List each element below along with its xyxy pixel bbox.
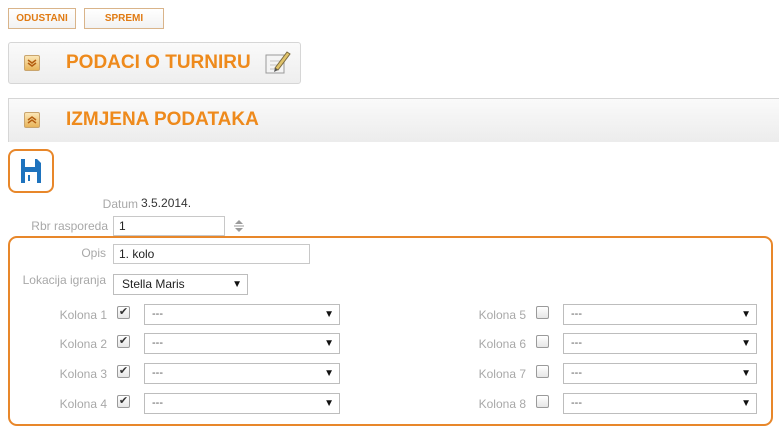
spinner-arrows-icon[interactable] — [232, 219, 246, 233]
kolona-3-select[interactable]: --- ▼ — [144, 363, 340, 384]
kolona-2-select[interactable]: --- ▼ — [144, 333, 340, 354]
tournament-info-title: PODACI O TURNIRU — [66, 52, 251, 73]
kolona-7-value: --- — [571, 367, 582, 379]
kolona-1-label: Kolona 1 — [59, 308, 107, 322]
lokacija-label: Lokacija igranja — [22, 273, 106, 287]
kolona-4-select[interactable]: --- ▼ — [144, 393, 340, 414]
save-button[interactable]: SPREMI — [84, 8, 164, 29]
kolona-5-label: Kolona 5 — [478, 308, 526, 322]
kolona-8-label: Kolona 8 — [478, 397, 526, 411]
dropdown-arrow-icon: ▼ — [324, 398, 334, 409]
edit-data-title: IZMJENA PODATAKA — [66, 109, 259, 130]
edit-data-section[interactable]: IZMJENA PODATAKA — [8, 98, 779, 142]
edit-icon[interactable] — [263, 49, 291, 77]
dropdown-arrow-icon: ▼ — [741, 309, 751, 320]
floppy-disk-icon — [21, 159, 41, 183]
dropdown-arrow-icon: ▼ — [324, 338, 334, 349]
kolona-2-checkbox[interactable]: ✔ — [117, 335, 130, 348]
kolona-2-value: --- — [152, 337, 163, 349]
dropdown-arrow-icon: ▼ — [741, 368, 751, 379]
kolona-2-label: Kolona 2 — [59, 337, 107, 351]
dropdown-arrow-icon: ▼ — [324, 368, 334, 379]
kolona-5-checkbox[interactable] — [536, 306, 549, 319]
dropdown-arrow-icon: ▼ — [741, 398, 751, 409]
kolona-1-select[interactable]: --- ▼ — [144, 304, 340, 325]
kolona-8-select[interactable]: --- ▼ — [563, 393, 757, 414]
chevron-up-icon[interactable] — [24, 112, 40, 128]
kolona-8-checkbox[interactable] — [536, 395, 549, 408]
dropdown-arrow-icon: ▼ — [232, 279, 242, 290]
tournament-info-section[interactable]: PODACI O TURNIRU — [8, 42, 301, 84]
kolona-1-checkbox[interactable]: ✔ — [117, 306, 130, 319]
kolona-5-value: --- — [571, 308, 582, 320]
kolona-1-value: --- — [152, 308, 163, 320]
kolona-4-value: --- — [152, 397, 163, 409]
chevron-down-icon[interactable] — [24, 55, 40, 71]
opis-label: Opis — [81, 246, 106, 260]
kolona-4-label: Kolona 4 — [59, 397, 107, 411]
kolona-3-checkbox[interactable]: ✔ — [117, 365, 130, 378]
kolona-3-value: --- — [152, 367, 163, 379]
dropdown-arrow-icon: ▼ — [741, 338, 751, 349]
lokacija-value: Stella Maris — [122, 277, 185, 291]
rbr-input[interactable]: 1 — [113, 216, 225, 236]
dropdown-arrow-icon: ▼ — [324, 309, 334, 320]
kolona-5-select[interactable]: --- ▼ — [563, 304, 757, 325]
rbr-label: Rbr rasporeda — [31, 219, 108, 233]
lokacija-select[interactable]: Stella Maris ▼ — [113, 274, 248, 295]
kolona-6-value: --- — [571, 337, 582, 349]
kolona-7-checkbox[interactable] — [536, 365, 549, 378]
datum-value: 3.5.2014. — [141, 196, 192, 210]
kolona-6-checkbox[interactable] — [536, 335, 549, 348]
cancel-button[interactable]: ODUSTANI — [8, 8, 76, 29]
kolona-8-value: --- — [571, 397, 582, 409]
kolona-6-select[interactable]: --- ▼ — [563, 333, 757, 354]
kolona-3-label: Kolona 3 — [59, 367, 107, 381]
kolona-7-select[interactable]: --- ▼ — [563, 363, 757, 384]
kolona-6-label: Kolona 6 — [478, 337, 526, 351]
save-icon-button[interactable] — [8, 149, 54, 193]
kolona-7-label: Kolona 7 — [478, 367, 526, 381]
kolona-4-checkbox[interactable]: ✔ — [117, 395, 130, 408]
opis-input[interactable]: 1. kolo — [113, 244, 310, 264]
datum-label: Datum — [102, 197, 138, 211]
